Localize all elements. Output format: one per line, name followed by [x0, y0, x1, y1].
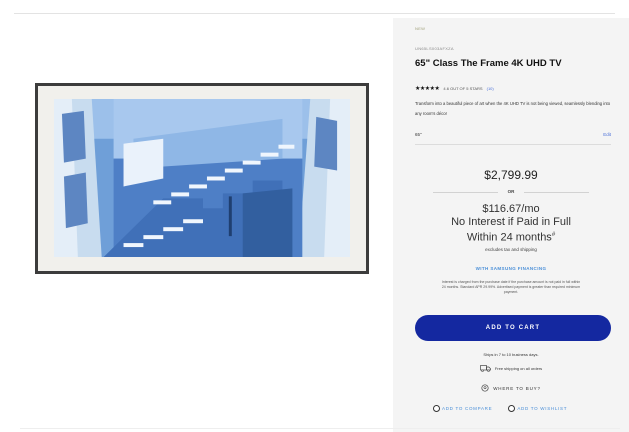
monthly-duration-text: Within 24 months [466, 231, 552, 244]
top-divider [14, 13, 615, 14]
artwork-staircase [54, 99, 350, 257]
footnote-mark: # [551, 232, 556, 238]
monthly-payment: $116.67/mo No Interest if Paid in Full W… [393, 203, 629, 245]
frame-mat [38, 86, 366, 271]
product-image[interactable] [35, 83, 369, 274]
product-panel: NEW UN65LS003AFXZA 65" Class The Frame 4… [393, 18, 629, 432]
bottom-divider [20, 428, 620, 429]
radio-circle-icon [508, 405, 516, 412]
or-label: OR [507, 189, 515, 194]
size-value: 65" [415, 132, 422, 137]
monthly-duration: Within 24 months# [393, 229, 629, 245]
model-number: UN65LS003AFXZA [415, 46, 454, 51]
add-to-compare-checkbox[interactable]: ADD TO COMPARE [433, 405, 492, 412]
where-to-buy-text: WHERE TO BUY? [493, 385, 541, 391]
free-shipping: Free shipping on all orders [393, 365, 629, 372]
size-selector[interactable]: 65" Edit [415, 132, 611, 137]
financing-link[interactable]: WITH SAMSUNG FINANCING [393, 266, 629, 271]
new-badge: NEW [415, 26, 426, 31]
location-pin-icon [481, 384, 489, 392]
add-to-wishlist-checkbox[interactable]: ADD TO WISHLIST [508, 405, 567, 412]
monthly-terms: No Interest if Paid in Full [451, 216, 571, 228]
truck-icon [479, 365, 491, 372]
monthly-amount: $116.67/mo [482, 203, 540, 215]
review-count-link[interactable]: (10) [487, 86, 494, 91]
add-to-compare-label: ADD TO COMPARE [442, 406, 493, 411]
product-description: Transform into a beautiful piece of art … [415, 101, 611, 116]
shipping-time-note: Ships in 7 to 10 business days. [483, 352, 539, 357]
size-edit-link[interactable]: Edit [603, 132, 611, 137]
star-rating-icon: ★★★★★ [415, 86, 440, 92]
rating-text: 4.6 OUT OF 5 STARS [443, 86, 483, 91]
radio-circle-icon [433, 405, 440, 412]
add-to-wishlist-label: ADD TO WISHLIST [517, 406, 568, 411]
add-to-cart-button[interactable]: ADD TO CART [415, 315, 611, 341]
divider [415, 144, 611, 145]
taxes-note: excludes tax and shipping [485, 247, 537, 252]
price: $2,799.99 [484, 168, 538, 182]
financing-fine-print: Interest is charged from the purchase da… [441, 280, 581, 294]
product-title: 65" Class The Frame 4K UHD TV [415, 58, 562, 69]
free-shipping-text: Free shipping on all orders [494, 366, 543, 371]
where-to-buy-link[interactable]: WHERE TO BUY? [393, 384, 629, 392]
secondary-actions: ADD TO COMPARE ADD TO WISHLIST [433, 405, 567, 412]
rating-row[interactable]: ★★★★★ 4.6 OUT OF 5 STARS (10) [415, 85, 494, 92]
